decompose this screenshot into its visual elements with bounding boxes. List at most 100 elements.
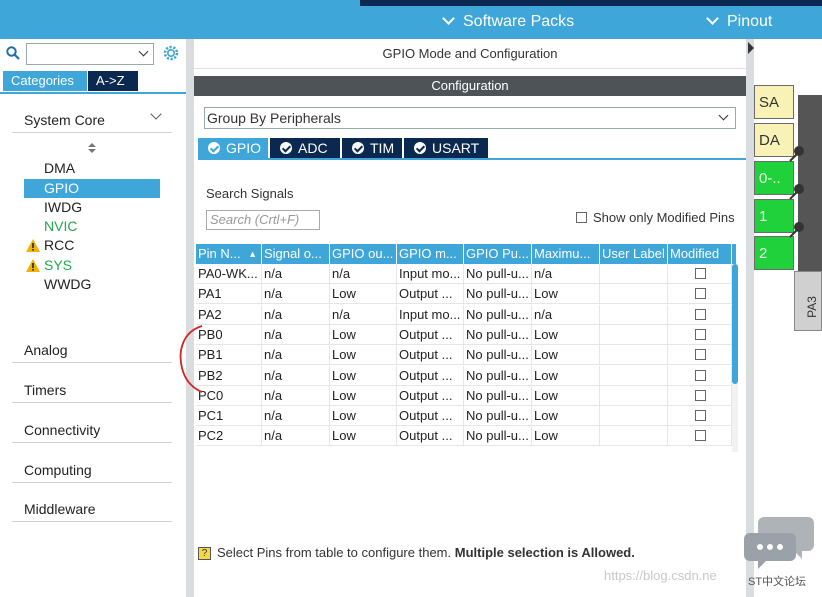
group-by-select[interactable]: Group By Peripherals	[204, 107, 736, 129]
peripheral-item-gpio[interactable]: GPIO	[24, 179, 160, 198]
tab-categories[interactable]: Categories	[3, 71, 87, 91]
pin-label: PA3	[804, 296, 819, 318]
column-header-gpio-mode[interactable]: GPIO m...	[397, 244, 464, 264]
show-modified-toggle[interactable]: Show only Modified Pins	[576, 210, 735, 225]
left-splitter[interactable]	[186, 39, 194, 597]
configuration-header: Configuration	[194, 76, 746, 96]
modified-checkbox[interactable]	[695, 389, 706, 401]
tab-a-to-z[interactable]: A->Z	[88, 71, 138, 91]
modified-checkbox[interactable]	[695, 328, 706, 340]
check-circle-icon	[280, 142, 292, 154]
sort-icon[interactable]	[88, 143, 96, 153]
tab-pinout[interactable]: Pinout	[706, 12, 772, 31]
section-computing[interactable]: Computing	[12, 455, 776, 483]
table-row[interactable]: PB0 n/a Low Output ... No pull-u... Low	[196, 324, 736, 345]
table-row[interactable]: PC1 n/a Low Output ... No pull-u... Low	[196, 406, 736, 427]
modified-checkbox[interactable]	[695, 349, 706, 361]
modified-checkbox[interactable]	[695, 268, 706, 279]
cell-max-speed: Low	[532, 426, 600, 447]
hint-text: Select Pins from table to configure them…	[217, 545, 452, 560]
column-label: Pin N...	[198, 246, 241, 261]
table-scrollbar[interactable]	[732, 264, 738, 452]
table-row[interactable]: PA1 n/a Low Output ... No pull-u... Low	[196, 284, 736, 305]
pin-2[interactable]: 2	[754, 236, 794, 270]
search-signals-input[interactable]: Search (Crtl+F)	[206, 210, 320, 230]
section-connectivity[interactable]: Connectivity	[12, 415, 776, 443]
tab-underline	[0, 92, 186, 94]
pushpin-icon	[789, 222, 804, 238]
cell-signal: n/a	[262, 304, 330, 325]
check-circle-icon	[352, 142, 364, 154]
section-label: Middleware	[24, 501, 96, 517]
peripheral-label: RCC	[44, 237, 75, 253]
pin-pa3[interactable]: PA3	[794, 271, 822, 331]
column-header-signal[interactable]: Signal o...	[262, 244, 330, 264]
category-search-row	[6, 43, 184, 65]
cell-pin-name: PC2	[196, 426, 262, 447]
tab-software-packs[interactable]: Software Packs	[442, 12, 574, 31]
section-timers[interactable]: Timers	[12, 375, 776, 403]
cell-max-speed: n/a	[532, 304, 600, 325]
search-icon[interactable]	[6, 46, 20, 60]
tab-usart[interactable]: USART	[404, 138, 488, 158]
modified-checkbox[interactable]	[695, 369, 706, 381]
peripheral-item-dma[interactable]: DMA	[24, 159, 160, 178]
warning-icon	[26, 259, 40, 272]
check-circle-icon	[414, 142, 426, 154]
table-row[interactable]: PA0-WK... n/a n/a Input mo... No pull-u... n/…	[196, 264, 736, 284]
selection-hint: ? Select Pins from table to configure the…	[198, 545, 635, 561]
tab-adc[interactable]: ADC	[270, 138, 340, 158]
cell-gpio-output: n/a	[330, 264, 397, 284]
modified-checkbox[interactable]	[695, 288, 706, 300]
pin-sa[interactable]: SA	[754, 85, 794, 119]
peripheral-label: NVIC	[44, 218, 78, 234]
watermark-brand: ST中文论坛	[748, 576, 807, 588]
cell-signal: n/a	[262, 406, 330, 427]
table-row[interactable]: PB1 n/a Low Output ... No pull-u... Low	[196, 345, 736, 366]
table-row[interactable]: PC0 n/a Low Output ... No pull-u... Low	[196, 385, 736, 406]
column-header-user-label[interactable]: User Label	[600, 244, 668, 264]
chevron-down-icon[interactable]	[138, 46, 149, 57]
table-row[interactable]: PA2 n/a n/a Input mo... No pull-u... n/a	[196, 304, 736, 325]
modified-checkbox[interactable]	[695, 308, 706, 320]
cell-gpio-output: Low	[330, 385, 397, 406]
cell-gpio-mode: Output ...	[397, 324, 464, 345]
peripheral-item-iwdg[interactable]: IWDG	[24, 198, 160, 217]
column-header-gpio-pull[interactable]: GPIO Pu...	[464, 244, 532, 264]
cell-user-label	[600, 385, 668, 406]
cell-gpio-output: Low	[330, 345, 397, 366]
tab-tim[interactable]: TIM	[342, 138, 402, 158]
cell-gpio-output: Low	[330, 365, 397, 386]
category-search-input[interactable]	[26, 43, 154, 65]
column-header-max-speed[interactable]: Maximu...	[532, 244, 600, 264]
peripheral-item-rcc[interactable]: RCC	[24, 236, 160, 255]
section-analog[interactable]: Analog	[12, 335, 776, 363]
cell-modified	[668, 324, 732, 345]
section-label: Timers	[24, 382, 67, 398]
cell-max-speed: Low	[532, 385, 600, 406]
peripheral-item-wwdg[interactable]: WWDG	[24, 275, 160, 294]
tab-gpio[interactable]: GPIO	[198, 138, 268, 158]
cell-signal: n/a	[262, 365, 330, 386]
cell-user-label	[600, 406, 668, 427]
gear-icon[interactable]	[162, 44, 180, 62]
modified-checkbox[interactable]	[695, 430, 706, 442]
show-modified-checkbox[interactable]	[576, 212, 587, 224]
peripheral-item-nvic[interactable]: NVIC	[24, 217, 160, 236]
table-row[interactable]: PC2 n/a Low Output ... No pull-u... Low	[196, 426, 736, 447]
section-system-core[interactable]: System Core	[12, 105, 172, 133]
panel-title: GPIO Mode and Configuration	[194, 39, 746, 69]
chevron-down-icon	[442, 12, 455, 25]
peripheral-item-sys[interactable]: SYS	[24, 256, 160, 275]
tab-label: USART	[432, 140, 480, 156]
column-header-modified[interactable]: Modified	[668, 244, 732, 264]
chevron-down-icon	[706, 12, 719, 25]
cell-modified	[668, 284, 732, 305]
modified-checkbox[interactable]	[695, 410, 706, 422]
column-header-pin-name[interactable]: Pin N... ▲	[196, 244, 262, 264]
table-row[interactable]: PB2 n/a Low Output ... No pull-u... Low	[196, 365, 736, 386]
tab-label: GPIO	[226, 140, 262, 156]
scrollbar-thumb[interactable]	[732, 264, 738, 384]
column-header-gpio-output[interactable]: GPIO ou...	[330, 244, 397, 264]
section-middleware[interactable]: Middleware	[12, 494, 776, 522]
